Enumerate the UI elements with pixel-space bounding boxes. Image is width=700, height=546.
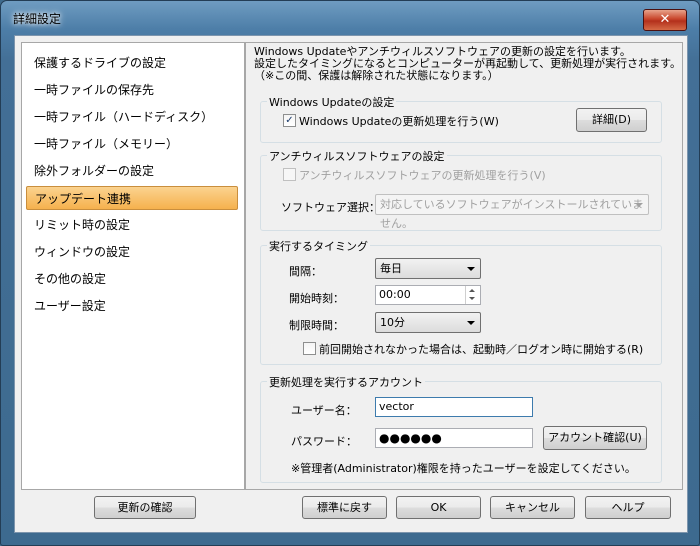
- settings-window: 詳細設定 ✕ 保護するドライブの設定 一時ファイルの保存先 一時ファイル（ハード…: [0, 0, 700, 546]
- time-spinner[interactable]: [465, 286, 480, 304]
- timing-group: 実行するタイミング 間隔： 毎日 開始時刻： 00:00 制限時間： 10分 前…: [260, 238, 662, 365]
- sidebar-item-excluded-folders[interactable]: 除外フォルダーの設定: [26, 159, 238, 183]
- interval-value: 毎日: [380, 262, 402, 275]
- windows-update-group-label: Windows Updateの設定: [267, 94, 397, 110]
- account-note: ※管理者(Administrator)権限を持ったユーザーを設定してください。: [291, 462, 636, 475]
- description-line-3: （※この間、保護は解除された状態になります。）: [254, 69, 499, 82]
- cancel-button[interactable]: キャンセル: [490, 496, 575, 519]
- retry-checkbox-label[interactable]: 前回開始されなかった場合は、起動時／ログオン時に開始する(R): [319, 341, 643, 357]
- check-icon: ✓: [285, 115, 294, 126]
- start-time-value: 00:00: [379, 288, 411, 301]
- timing-group-label: 実行するタイミング: [267, 238, 370, 254]
- interval-select[interactable]: 毎日: [375, 258, 481, 279]
- sidebar-item-window[interactable]: ウィンドウの設定: [26, 240, 238, 264]
- sidebar-item-temp-location[interactable]: 一時ファイルの保存先: [26, 78, 238, 102]
- dialog-client: 保護するドライブの設定 一時ファイルの保存先 一時ファイル（ハードディスク） 一…: [14, 35, 688, 533]
- antivirus-checkbox-label[interactable]: アンチウィルスソフトウェアの更新処理を行う(V): [299, 167, 546, 183]
- category-list[interactable]: 保護するドライブの設定 一時ファイルの保存先 一時ファイル（ハードディスク） 一…: [21, 42, 245, 490]
- windows-update-checkbox[interactable]: ✓: [283, 114, 296, 127]
- software-select[interactable]: 対応しているソフトウェアがインストールされていません。: [375, 194, 649, 230]
- username-value: vector: [379, 400, 414, 413]
- close-button[interactable]: ✕: [643, 9, 687, 31]
- password-label: パスワード：: [291, 435, 357, 448]
- sidebar-item-limit[interactable]: リミット時の設定: [26, 213, 238, 237]
- antivirus-group: アンチウィルスソフトウェアの設定 アンチウィルスソフトウェアの更新処理を行う(V…: [260, 148, 662, 231]
- chevron-down-icon: [467, 267, 475, 271]
- sidebar-item-protected-drives[interactable]: 保護するドライブの設定: [26, 51, 238, 75]
- retry-checkbox[interactable]: [303, 342, 316, 355]
- interval-label: 間隔：: [289, 265, 322, 278]
- sidebar-item-temp-memory[interactable]: 一時ファイル（メモリー）: [26, 132, 238, 156]
- antivirus-group-label: アンチウィルスソフトウェアの設定: [267, 148, 447, 164]
- windows-update-checkbox-label[interactable]: Windows Updateの更新処理を行う(W): [299, 113, 499, 129]
- account-group: 更新処理を実行するアカウント ユーザー名： vector パスワード： ●●●●…: [260, 374, 662, 483]
- time-limit-value: 10分: [380, 316, 405, 329]
- window-title: 詳細設定: [13, 12, 62, 26]
- password-input[interactable]: ●●●●●●: [375, 428, 533, 448]
- windows-update-group: Windows Updateの設定 ✓ Windows Updateの更新処理を…: [260, 94, 662, 143]
- spin-up-icon[interactable]: [469, 289, 475, 292]
- help-button[interactable]: ヘルプ: [585, 496, 671, 519]
- sidebar-item-temp-harddisk[interactable]: 一時ファイル（ハードディスク）: [26, 105, 238, 129]
- antivirus-checkbox[interactable]: [283, 168, 296, 181]
- time-limit-label: 制限時間：: [289, 319, 344, 332]
- settings-panel: Windows Updateやアンチウィルスソフトウェアの更新の設定を行います。…: [245, 42, 683, 490]
- password-value: ●●●●●●: [379, 431, 442, 445]
- chevron-down-icon: [467, 321, 475, 325]
- account-confirm-button[interactable]: アカウント確認(U): [543, 426, 647, 450]
- close-icon: ✕: [659, 12, 671, 27]
- time-limit-select[interactable]: 10分: [375, 312, 481, 333]
- check-updates-button[interactable]: 更新の確認: [94, 496, 196, 519]
- sidebar-item-other[interactable]: その他の設定: [26, 267, 238, 291]
- start-time-label: 開始時刻：: [289, 292, 344, 305]
- software-select-label: ソフトウェア選択：: [281, 201, 380, 214]
- sidebar-item-update-integration[interactable]: アップデート連携: [26, 186, 238, 210]
- username-input[interactable]: vector: [375, 397, 533, 417]
- account-group-label: 更新処理を実行するアカウント: [267, 374, 425, 390]
- start-time-input[interactable]: 00:00: [375, 285, 481, 305]
- chevron-down-icon: [635, 203, 643, 207]
- ok-button[interactable]: OK: [396, 496, 481, 519]
- reset-defaults-button[interactable]: 標準に戻す: [302, 496, 387, 519]
- sidebar-item-user[interactable]: ユーザー設定: [26, 294, 238, 318]
- software-select-value: 対応しているソフトウェアがインストールされていません。: [380, 198, 644, 230]
- username-label: ユーザー名：: [291, 404, 357, 417]
- details-button[interactable]: 詳細(D): [576, 108, 647, 132]
- spin-down-icon[interactable]: [469, 297, 475, 300]
- title-bar[interactable]: 詳細設定 ✕: [1, 1, 699, 35]
